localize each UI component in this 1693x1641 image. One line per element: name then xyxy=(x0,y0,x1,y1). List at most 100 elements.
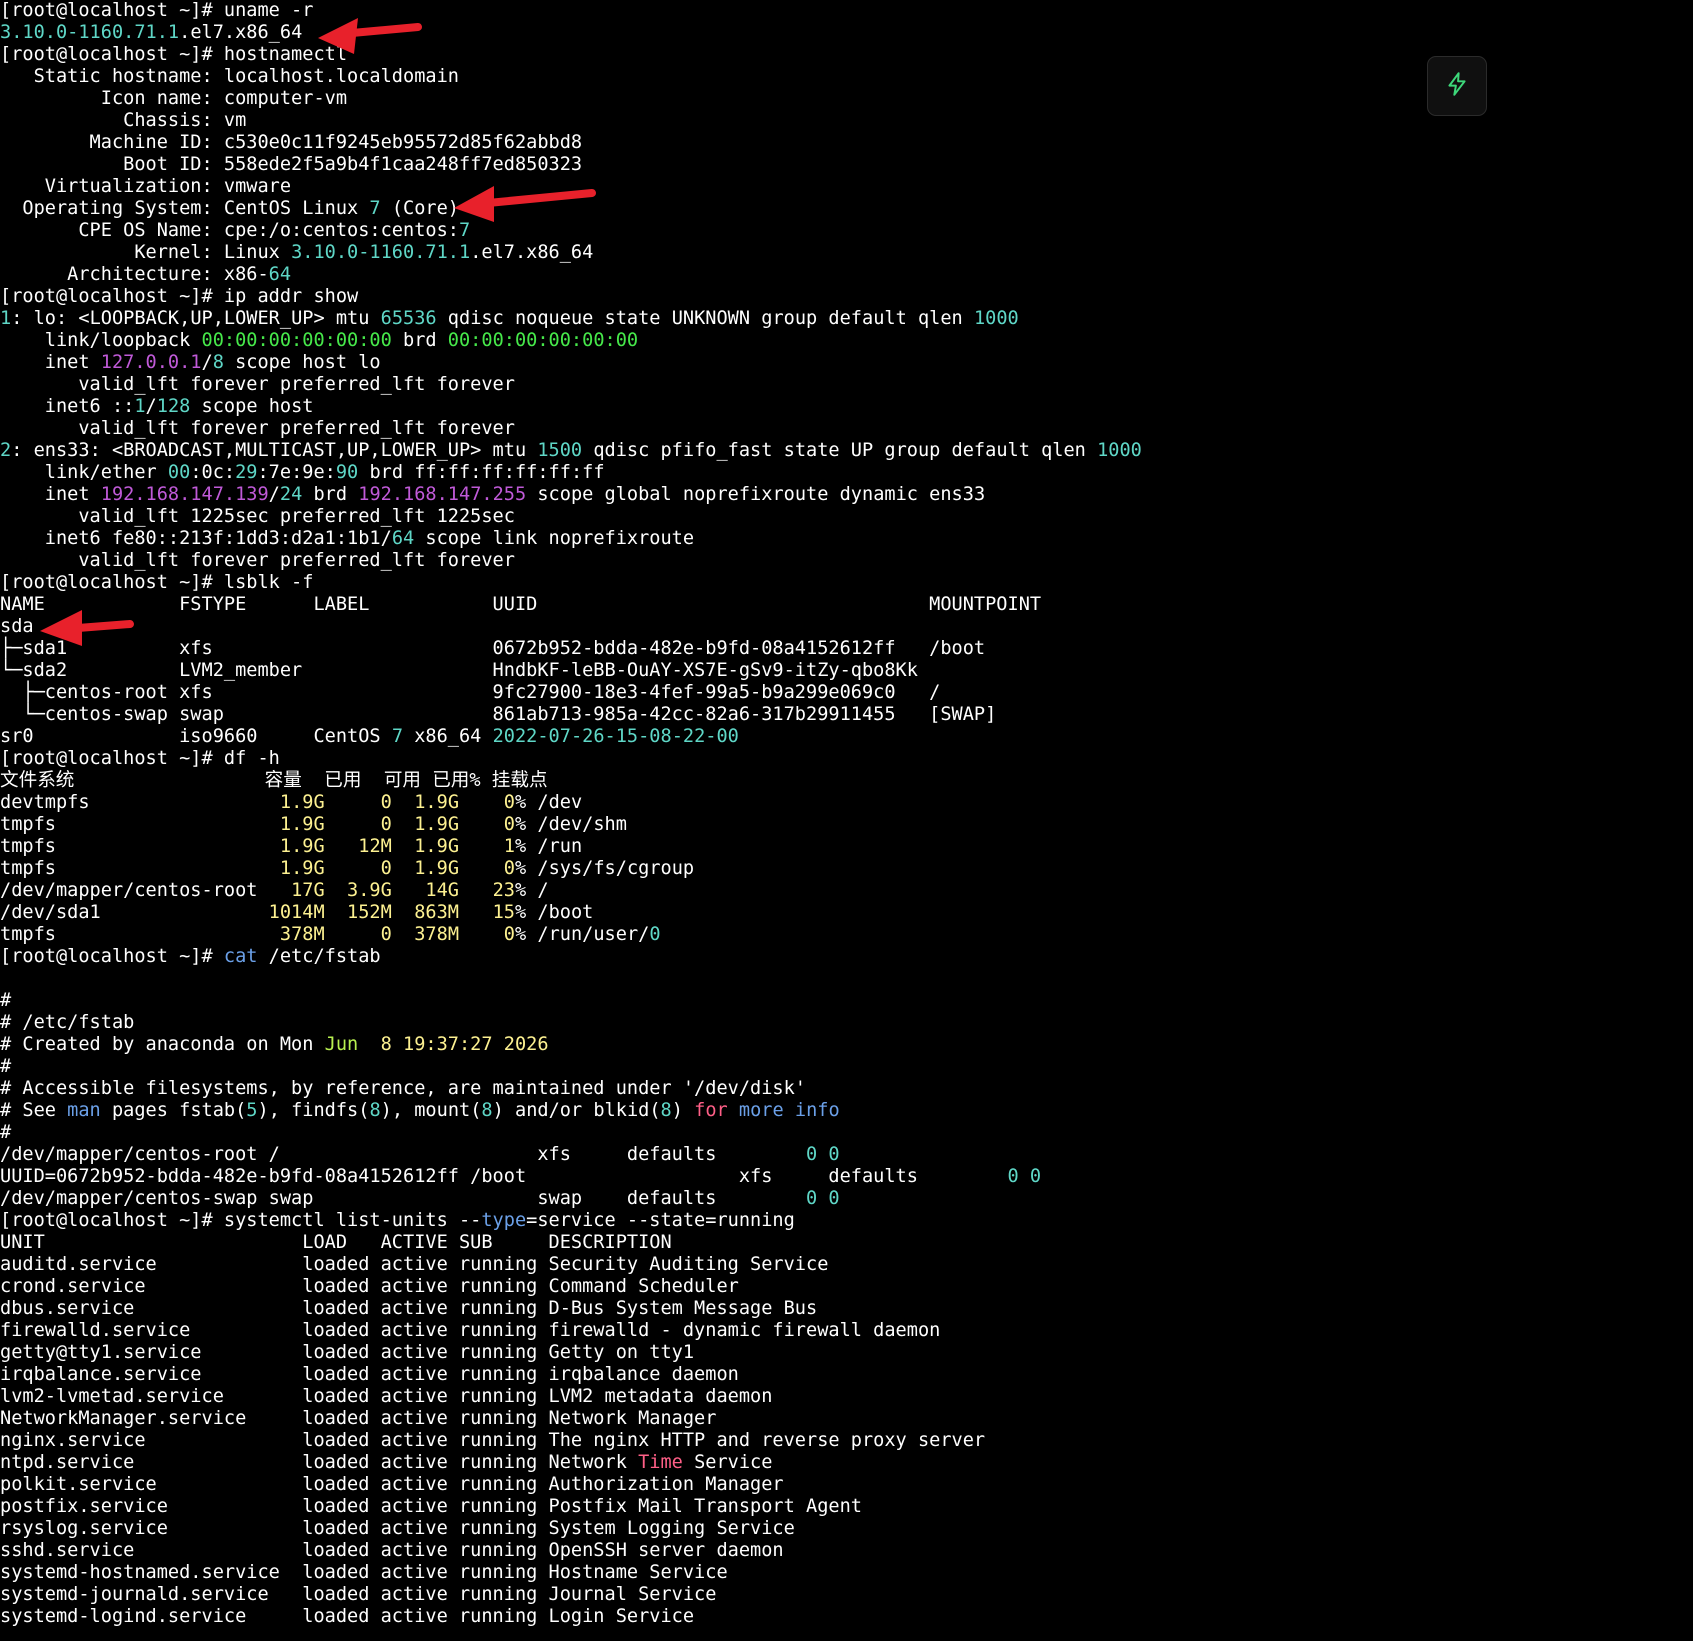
terminal-text: 24 xyxy=(279,484,303,505)
terminal-line: link/ether 00:0c:29:7e:9e:90 brd ff:ff:f… xyxy=(0,462,1693,484)
terminal-line: rsyslog.service loaded active running Sy… xyxy=(0,1518,1693,1540)
terminal-text: 0 xyxy=(380,814,392,835)
terminal-text: [root@localhost ~]# ip addr show xyxy=(0,286,359,307)
terminal-line: valid_lft forever preferred_lft forever xyxy=(0,374,1693,396)
terminal-text: 0 xyxy=(649,924,661,945)
terminal-text: 0 xyxy=(806,1144,818,1165)
terminal-text: 00 xyxy=(167,462,191,483)
terminal-line: UUID=0672b952-bdda-482e-b9fd-08a4152612f… xyxy=(0,1166,1693,1188)
terminal-line: # See man pages fstab(5), findfs(8), mou… xyxy=(0,1100,1693,1122)
terminal-text: inet6 fe80::213f:1dd3:d2a1:1b1/ xyxy=(0,528,392,549)
terminal-text: ), mount( xyxy=(380,1100,482,1121)
terminal-text: 1 xyxy=(0,308,12,329)
terminal-text: tmpfs xyxy=(0,858,280,879)
terminal-line: postfix.service loaded active running Po… xyxy=(0,1496,1693,1518)
terminal-line: Virtualization: vmware xyxy=(0,176,1693,198)
terminal-text: 1.9G xyxy=(279,858,325,879)
terminal-text: brd ff:ff:ff:ff:ff:ff xyxy=(358,462,605,483)
terminal-line: Kernel: Linux 3.10.0-1160.71.1.el7.x86_6… xyxy=(0,242,1693,264)
terminal-text: 1 xyxy=(134,396,146,417)
terminal-text: CPE OS Name: cpe:/o:centos:centos: xyxy=(0,220,459,241)
terminal-text: ), findfs( xyxy=(257,1100,370,1121)
terminal-text: tmpfs xyxy=(0,924,280,945)
terminal-line: Machine ID: c530e0c11f9245eb95572d85f62a… xyxy=(0,132,1693,154)
terminal-line: getty@tty1.service loaded active running… xyxy=(0,1342,1693,1364)
terminal-text: .el7.x86_64 xyxy=(470,242,594,263)
terminal-text: 7 xyxy=(391,726,404,747)
terminal-text: 14G xyxy=(425,880,460,901)
terminal-line: crond.service loaded active running Comm… xyxy=(0,1276,1693,1298)
terminal-text: 378M xyxy=(279,924,325,945)
terminal-text: /dev/sda1 xyxy=(0,902,269,923)
terminal-text: # Created by anaconda on Mon xyxy=(0,1034,325,1055)
terminal-text: Boot ID: 558ede2f5a9b4f1caa248ff7ed85032… xyxy=(0,154,583,175)
terminal-text: # xyxy=(0,990,12,1011)
terminal-output[interactable]: [root@localhost ~]# uname -r 3.10.0-1160.… xyxy=(0,0,1693,1628)
terminal-text: ) and/or blkid( xyxy=(492,1100,661,1121)
terminal-text: : lo: <LOOPBACK,UP,LOWER_UP> mtu xyxy=(11,308,381,329)
terminal-text: 64 xyxy=(268,264,292,285)
terminal-text: % /run/user/ xyxy=(515,924,650,945)
terminal-line: firewalld.service loaded active running … xyxy=(0,1320,1693,1342)
terminal-text: 23 xyxy=(492,880,515,901)
terminal-text: 文件系统 容量 已用 可用 已用% 挂载点 xyxy=(0,770,548,791)
terminal-text: crond.service loaded active running Comm… xyxy=(0,1276,739,1297)
terminal-text: # See xyxy=(0,1100,68,1121)
terminal-text: 1.9G xyxy=(414,836,460,857)
terminal-text: 1014M xyxy=(268,902,325,923)
terminal-text: valid_lft forever preferred_lft forever xyxy=(0,550,515,571)
lightning-bolt-button[interactable] xyxy=(1427,56,1487,116)
terminal-text: 2 xyxy=(0,440,12,461)
terminal-text: 0 xyxy=(503,858,515,879)
terminal-text: postfix.service loaded active running Po… xyxy=(0,1496,862,1517)
terminal-line: lvm2-lvmetad.service loaded active runni… xyxy=(0,1386,1693,1408)
terminal-text: 192.168.147.255 xyxy=(358,484,527,505)
terminal-text: 12M xyxy=(358,836,392,857)
terminal-text: /dev/mapper/centos-swap swap swap defaul… xyxy=(0,1188,806,1209)
terminal-line: 1: lo: <LOOPBACK,UP,LOWER_UP> mtu 65536 … xyxy=(0,308,1693,330)
terminal-text: 0 xyxy=(1007,1166,1019,1187)
terminal-line: └─sda2 LVM2_member HndbKF-leBB-OuAY-XS7E… xyxy=(0,660,1693,682)
terminal-text: nginx.service loaded active running The … xyxy=(0,1430,986,1451)
terminal-text: 378M xyxy=(414,924,460,945)
terminal-text: 1500 xyxy=(537,440,583,461)
terminal-line: tmpfs 1.9G 0 1.9G 0% /dev/shm xyxy=(0,814,1693,836)
terminal-line: [root@localhost ~]# uname -r xyxy=(0,0,1693,22)
terminal-text: [root@localhost ~]# lsblk -f xyxy=(0,572,314,593)
terminal-text: 192.168.147.139 xyxy=(100,484,269,505)
terminal-text: 8 19:37:27 2026 xyxy=(380,1034,549,1055)
terminal-text: Machine ID: c530e0c11f9245eb95572d85f62a… xyxy=(0,132,583,153)
terminal-text: # Accessible filesystems, by reference, … xyxy=(0,1078,806,1099)
terminal-line: ├─centos-root xfs 9fc27900-18e3-4fef-99a… xyxy=(0,682,1693,704)
terminal-text: % /sys/fs/cgroup xyxy=(515,858,695,879)
terminal-text: .el7.x86_64 xyxy=(179,22,303,43)
terminal-line: ├─sda1 xfs 0672b952-bdda-482e-b9fd-08a41… xyxy=(0,638,1693,660)
terminal-text: ├─centos-root xfs 9fc27900-18e3-4fef-99a… xyxy=(0,682,941,703)
terminal-text: systemd-hostnamed.service loaded active … xyxy=(0,1562,728,1583)
terminal-text: 5 xyxy=(246,1100,258,1121)
terminal-line: valid_lft forever preferred_lft forever xyxy=(0,418,1693,440)
terminal-text: 0 xyxy=(828,1188,840,1209)
terminal-text: UNIT LOAD ACTIVE SUB DESCRIPTION xyxy=(0,1232,672,1253)
terminal-line: # xyxy=(0,1056,1693,1078)
terminal-text: └─centos-swap swap 861ab713-985a-42cc-82… xyxy=(0,704,997,725)
terminal-text: valid_lft 1225sec preferred_lft 1225sec xyxy=(0,506,515,527)
terminal-text: 0 xyxy=(380,792,392,813)
terminal-text: inet6 :: xyxy=(0,396,135,417)
terminal-text: valid_lft forever preferred_lft forever xyxy=(0,418,515,439)
terminal-text: : ens33: <BROADCAST,MULTICAST,UP,LOWER_U… xyxy=(11,440,538,461)
terminal-line: systemd-journald.service loaded active r… xyxy=(0,1584,1693,1606)
terminal-text: 8 xyxy=(481,1100,493,1121)
terminal-text: sr0 iso9660 CentOS xyxy=(0,726,392,747)
terminal-line: [root@localhost ~]# cat /etc/fstab xyxy=(0,946,1693,968)
